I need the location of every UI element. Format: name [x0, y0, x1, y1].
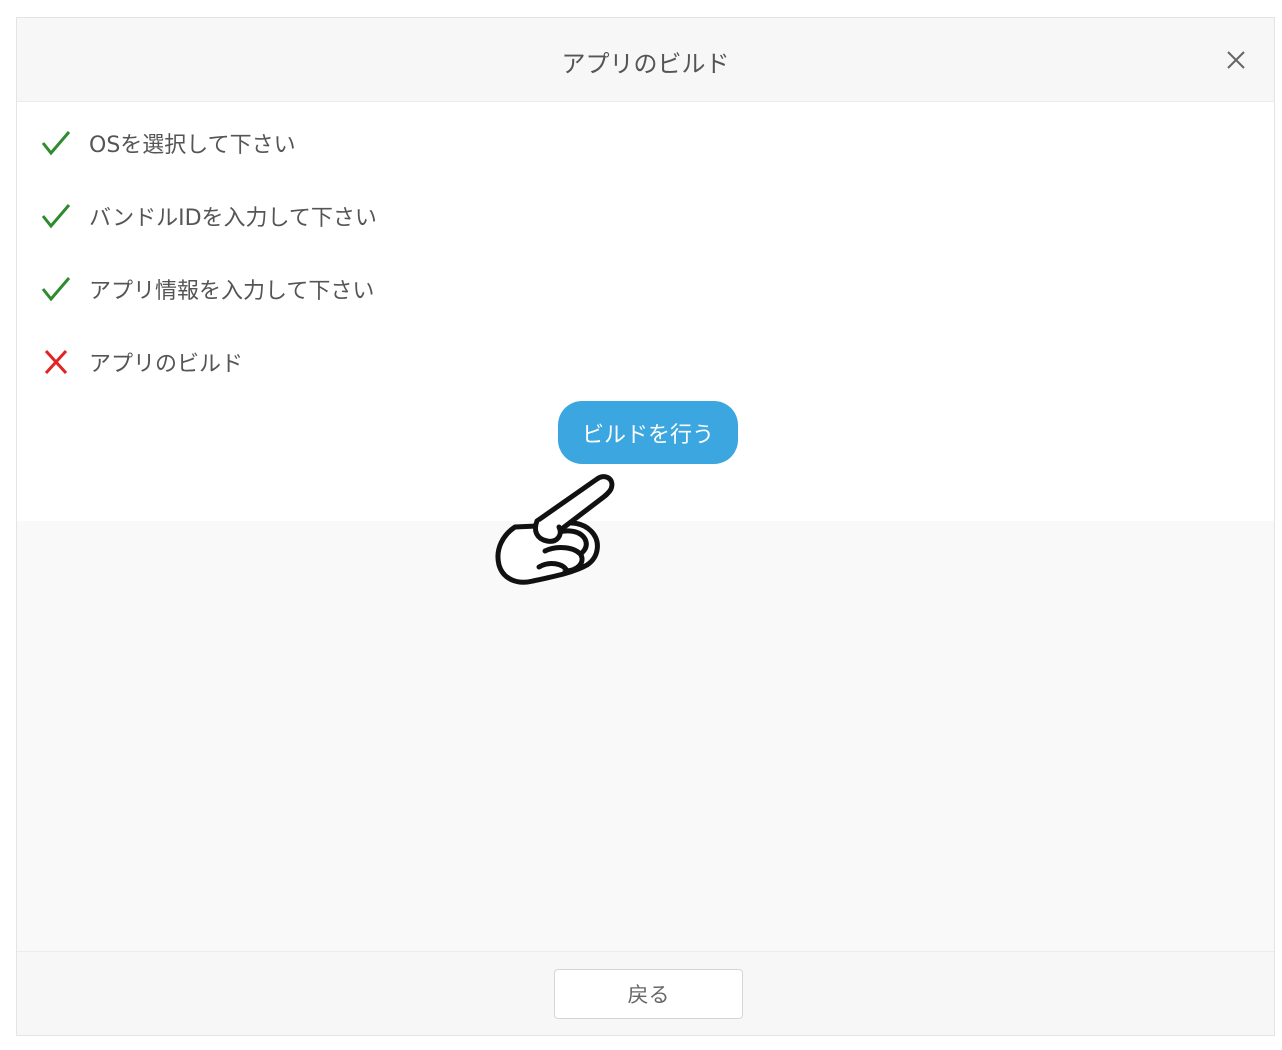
- back-button[interactable]: 戻る: [554, 969, 743, 1019]
- close-button[interactable]: [1224, 48, 1248, 72]
- step-label: OSを選択して下さい: [89, 133, 296, 158]
- check-icon: [39, 126, 73, 160]
- cross-icon: [39, 345, 73, 379]
- step-label: アプリのビルド: [89, 352, 244, 377]
- build-button[interactable]: ビルドを行う: [558, 401, 738, 464]
- dialog-footer: 戻る: [17, 951, 1274, 1035]
- step-item-os: OSを選択して下さい: [39, 124, 377, 162]
- step-list: OSを選択して下さい バンドルIDを入力して下さい アプリ情報を入力して下さい: [39, 124, 377, 416]
- build-dialog: アプリのビルド OSを選択して下さい バンドルIDを入力して下さい アプリ情報を…: [16, 17, 1275, 1036]
- dialog-header: アプリのビルド: [17, 18, 1274, 102]
- check-icon: [39, 199, 73, 233]
- dialog-title: アプリのビルド: [561, 50, 730, 78]
- step-label: アプリ情報を入力して下さい: [89, 279, 375, 304]
- step-item-app-info: アプリ情報を入力して下さい: [39, 270, 377, 308]
- step-label: バンドルIDを入力して下さい: [89, 206, 377, 231]
- step-item-bundle-id: バンドルIDを入力して下さい: [39, 197, 377, 235]
- check-icon: [39, 272, 73, 306]
- close-icon[interactable]: [1224, 48, 1248, 72]
- pointing-hand-icon: [495, 474, 615, 585]
- dialog-body: OSを選択して下さい バンドルIDを入力して下さい アプリ情報を入力して下さい: [17, 102, 1274, 521]
- step-item-build: アプリのビルド: [39, 343, 377, 381]
